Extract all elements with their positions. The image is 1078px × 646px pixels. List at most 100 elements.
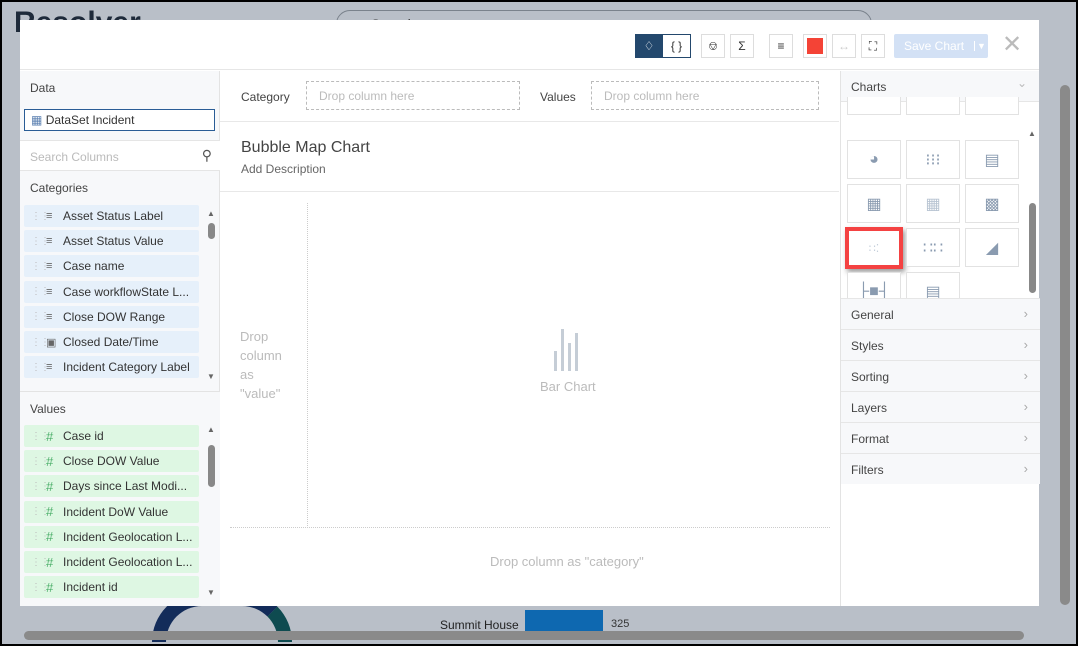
drag-handle-icon[interactable]: ⋮⋮ — [31, 557, 50, 568]
drag-handle-icon[interactable]: ⋮⋮ — [31, 506, 50, 517]
us-map-dots-icon: ∷⁚ — [868, 242, 880, 255]
drag-handle-icon[interactable]: ⋮⋮ — [31, 531, 50, 542]
section-sorting[interactable]: Sorting › — [841, 360, 1040, 391]
value-drop-zone[interactable]: Drop column as "value" — [240, 327, 290, 403]
drag-handle-icon[interactable]: ⋮⋮ — [31, 211, 50, 222]
dataset-selector[interactable]: ▦ DataSet Incident — [24, 109, 215, 131]
choropleth-map-tile[interactable]: ◢ — [965, 228, 1019, 267]
candlestick-chart-tile[interactable]: ⁝⁝⁝ — [906, 140, 960, 179]
category-drop-area[interactable]: Drop column as "category" — [490, 554, 644, 569]
drag-handle-icon[interactable]: ⋮⋮ — [31, 582, 50, 593]
table-chart-tile[interactable]: ▤ — [965, 140, 1019, 179]
import-icon-button[interactable]: ⎊ — [701, 34, 725, 58]
table-icon: ▤ — [984, 151, 1000, 169]
drag-handle-icon[interactable]: ⋮⋮ — [31, 286, 50, 297]
chart-type-tile[interactable] — [906, 97, 960, 115]
page-scrollbar[interactable] — [1060, 45, 1070, 615]
category-column-item[interactable]: ⋮⋮ ≡ Close DOW Range — [24, 305, 199, 328]
section-general[interactable]: General › — [841, 298, 1040, 329]
color-picker-button[interactable] — [803, 34, 827, 58]
values-scrollbar[interactable]: ▲ ▼ — [206, 425, 216, 597]
code-icon-button[interactable]: { } — [662, 34, 691, 58]
toolbar: ♢ { } ⎊ Σ ≡ ↔ ⛶ Save Chart ▼ ✕ — [20, 20, 1039, 70]
drag-handle-icon[interactable]: ⋮⋮ — [31, 431, 50, 442]
grid-icon: ▦ — [866, 195, 882, 213]
drag-handle-icon[interactable]: ⋮⋮ — [31, 311, 50, 322]
category-column-item[interactable]: ⋮⋮ ▣ Closed Date/Time — [24, 331, 199, 353]
fullscreen-icon-button[interactable]: ⛶ — [861, 34, 885, 58]
column-label: Incident Category Label — [63, 360, 190, 375]
value-column-item[interactable]: ⋮⋮ # Incident Geolocation L... — [24, 525, 199, 548]
pivot-icon: ▦ — [925, 195, 941, 213]
chevron-right-icon: › — [1023, 461, 1028, 476]
charts-scrollbar[interactable]: ▲▼ — [1027, 129, 1037, 311]
bubble-map-tile-selected[interactable]: ∷⁚ — [845, 227, 903, 269]
category-column-item[interactable]: ⋮⋮ ≡ Case name — [24, 255, 199, 278]
category-drop-zone[interactable]: Drop column here — [306, 81, 520, 110]
number-icon: # — [46, 529, 54, 545]
chart-type-tile[interactable] — [847, 97, 901, 115]
category-column-item[interactable]: ⋮⋮ ≡ Incident Category Label — [24, 356, 199, 379]
section-filters[interactable]: Filters › — [841, 453, 1040, 484]
category-label: Category — [241, 90, 290, 104]
section-layers[interactable]: Layers › — [841, 391, 1040, 422]
placeholder-chart-label: Bar Chart — [540, 379, 596, 394]
charts-panel: Charts⌄ ◕ ⁝⁝⁝ ▤ ▦ ▦ ▩ ∷⁚ ∷∷ ◢ ├■┤ ▤ ▲▼ G… — [840, 71, 1040, 606]
drag-handle-icon[interactable]: ⋮⋮ — [31, 456, 50, 467]
close-icon[interactable]: ✕ — [1002, 30, 1022, 59]
grid-table-tile[interactable]: ▦ — [847, 184, 901, 223]
number-icon: # — [46, 428, 54, 444]
save-label: Save Chart — [904, 39, 965, 53]
width-icon-button[interactable]: ↔ — [832, 34, 856, 58]
drag-handle-icon[interactable]: ⋮⋮ — [31, 362, 50, 373]
column-label: Close DOW Range — [63, 309, 166, 324]
search-placeholder: Search Columns — [30, 150, 119, 164]
value-column-item[interactable]: ⋮⋮ # Incident DoW Value — [24, 500, 199, 523]
value-column-item[interactable]: ⋮⋮ # Case id — [24, 425, 199, 447]
value-column-item[interactable]: ⋮⋮ # Close DOW Value — [24, 450, 199, 473]
value-column-item[interactable]: ⋮⋮ # Incident Geolocation L... — [24, 551, 199, 573]
categories-scrollbar[interactable]: ▲ ▼ — [206, 209, 216, 381]
pie-chart-tile[interactable]: ◕ — [847, 140, 901, 179]
chart-description[interactable]: Add Description — [241, 162, 326, 176]
chart-canvas: Category Drop column here Values Drop co… — [220, 71, 839, 606]
text-icon: ≡ — [46, 310, 53, 323]
category-column-item[interactable]: ⋮⋮ ≡ Asset Status Value — [24, 230, 199, 253]
tag-icon-button[interactable]: ♢ — [635, 34, 663, 58]
calendar-icon: ▣ — [46, 336, 57, 349]
chart-title[interactable]: Bubble Map Chart — [241, 139, 370, 157]
save-chart-button[interactable]: Save Chart ▼ — [894, 34, 988, 58]
horizontal-scrollbar[interactable] — [24, 631, 1024, 640]
pivot-table-tile[interactable]: ▦ — [906, 184, 960, 223]
category-column-item[interactable]: ⋮⋮ ≡ Case workflowState L... — [24, 280, 199, 303]
values-drop-zone[interactable]: Drop column here — [591, 81, 819, 110]
data-title: Data — [30, 81, 56, 95]
search-icon[interactable]: ⚲ — [202, 147, 212, 164]
drag-handle-icon[interactable]: ⋮⋮ — [31, 337, 50, 348]
chart-type-tile[interactable] — [965, 97, 1019, 115]
filter-icon-button[interactable]: ≡ — [769, 34, 793, 58]
section-label: Format — [851, 432, 890, 446]
text-icon: ≡ — [46, 235, 53, 248]
data-panel: Data ▦ DataSet Incident Search Columns ⚲ … — [20, 71, 220, 606]
dot-density-map-tile[interactable]: ∷∷ — [906, 228, 960, 267]
drag-handle-icon[interactable]: ⋮⋮ — [31, 236, 50, 247]
section-format[interactable]: Format › — [841, 422, 1040, 453]
number-icon: # — [46, 504, 54, 520]
category-column-item[interactable]: ⋮⋮ ≡ Asset Status Label — [24, 205, 199, 227]
value-column-item[interactable]: ⋮⋮ # Days since Last Modi... — [24, 475, 199, 498]
values-label: Values — [540, 90, 576, 104]
drag-handle-icon[interactable]: ⋮⋮ — [31, 261, 50, 272]
sigma-icon-button[interactable]: Σ — [730, 34, 754, 58]
number-icon: # — [46, 453, 54, 469]
chevron-right-icon: › — [1023, 306, 1028, 321]
section-styles[interactable]: Styles › — [841, 329, 1040, 360]
values-title: Values — [30, 402, 66, 416]
column-label: Closed Date/Time — [63, 335, 159, 349]
drag-handle-icon[interactable]: ⋮⋮ — [31, 481, 50, 492]
save-dropdown-icon[interactable]: ▼ — [974, 41, 988, 51]
search-columns-input[interactable]: Search Columns ⚲ — [20, 140, 220, 171]
value-column-item[interactable]: ⋮⋮ # Incident id — [24, 576, 199, 599]
heatmap-tile[interactable]: ▩ — [965, 184, 1019, 223]
text-icon: ≡ — [46, 285, 53, 298]
